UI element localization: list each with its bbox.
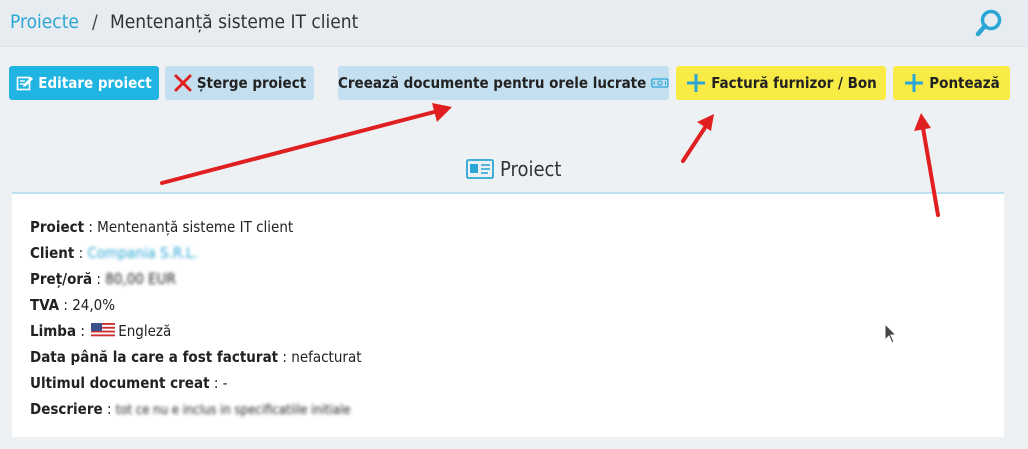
description-row: Descriere : tot ce nu e inclus in specif…: [30, 400, 351, 418]
supplier-invoice-label: Factură furnizor / Bon: [711, 74, 877, 92]
description-label: Descriere: [30, 400, 103, 418]
language-value: Engleză: [118, 322, 172, 340]
panel-title: Proiect: [466, 156, 561, 182]
billed-value: nefacturat: [291, 348, 362, 366]
breadcrumb-separator: /: [92, 11, 98, 33]
client-label: Client: [30, 244, 75, 262]
project-details-panel: Proiect : Mentenanță sisteme IT client C…: [12, 192, 1004, 437]
rate-label: Preț/oră: [30, 270, 93, 288]
panel-title-text: Proiect: [500, 157, 562, 181]
description-value: tot ce nu e inclus in specificatiile ini…: [115, 403, 351, 418]
delete-project-label: Șterge proiect: [196, 74, 307, 92]
delete-project-button[interactable]: Șterge proiect: [165, 66, 314, 100]
create-documents-label: Creează documente pentru orele lucrate: [338, 74, 647, 92]
close-icon: [174, 74, 192, 92]
create-documents-button[interactable]: Creează documente pentru orele lucrate: [338, 66, 669, 100]
arrow-to-create-documents: [160, 103, 452, 185]
project-value: Mentenanță sisteme IT client: [97, 218, 294, 236]
top-bar: Proiecte / Mentenanță sisteme IT client: [0, 0, 1028, 47]
clock-in-button[interactable]: Pontează: [893, 66, 1010, 100]
edit-project-label: Editare proiect: [38, 74, 152, 92]
edit-icon: [16, 76, 34, 91]
last-document-label: Ultimul document creat: [30, 374, 210, 392]
id-card-icon: [466, 159, 494, 179]
mouse-cursor-icon: [884, 323, 898, 344]
language-label: Limba: [30, 322, 77, 340]
language-row: Limba : Engleză: [30, 322, 172, 340]
vat-row: TVA : 24,0%: [30, 296, 116, 314]
billed-row: Data până la care a fost facturat : nefa…: [30, 348, 362, 366]
client-row: Client : Compania S.R.L.: [30, 244, 198, 262]
project-label: Proiect: [30, 218, 85, 236]
breadcrumb-projects-link[interactable]: Proiecte: [10, 11, 79, 33]
plus-icon: [905, 74, 924, 92]
supplier-invoice-button[interactable]: Factură furnizor / Bon: [676, 66, 886, 100]
last-document-value: -: [222, 374, 228, 392]
money-icon: [651, 78, 669, 88]
last-document-row: Ultimul document creat : -: [30, 374, 228, 392]
plus-icon: [687, 74, 706, 92]
search-icon[interactable]: [974, 8, 1004, 38]
client-link[interactable]: Compania S.R.L.: [88, 244, 198, 262]
edit-project-button[interactable]: Editare proiect: [9, 66, 159, 100]
project-row: Proiect : Mentenanță sisteme IT client: [30, 218, 294, 236]
vat-value: 24,0%: [72, 296, 116, 314]
us-flag-icon: [91, 323, 116, 338]
vat-label: TVA: [30, 296, 60, 314]
breadcrumb-current-page: Mentenanță sisteme IT client: [110, 11, 359, 33]
billed-label: Data până la care a fost facturat: [30, 348, 279, 366]
rate-value: 80,00 EUR: [105, 270, 176, 288]
clock-in-label: Pontează: [929, 74, 1000, 92]
arrow-to-supplier-invoice: [681, 114, 714, 163]
rate-row: Preț/oră : 80,00 EUR: [30, 270, 176, 288]
